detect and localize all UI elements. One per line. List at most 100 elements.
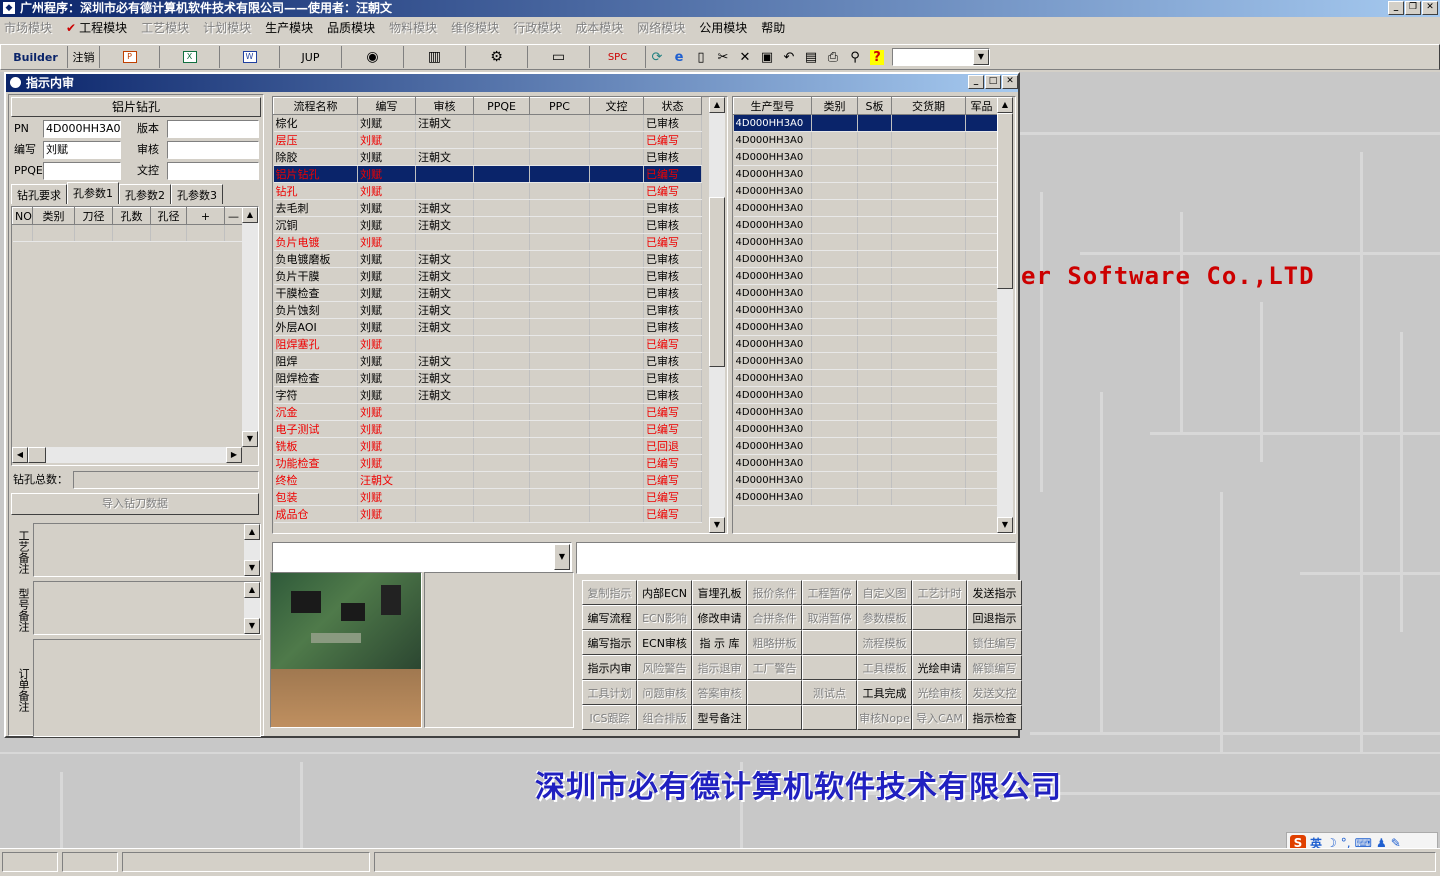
flow-row[interactable]: 阻焊塞孔 刘赋 已编写 — [273, 335, 702, 353]
note-field[interactable]: ▲ ▼ — [33, 523, 261, 577]
version-field[interactable] — [167, 120, 259, 138]
flow-row[interactable]: 负电镀磨板 刘赋 汪朝文 已审核 — [273, 250, 702, 268]
action-button-30[interactable]: 光绘申请 — [912, 655, 967, 680]
scroll-right-icon[interactable]: ▶ — [226, 447, 242, 463]
refresh-button[interactable]: ⟳ — [646, 46, 668, 68]
builder-button[interactable]: Builder — [4, 46, 68, 68]
tab-0[interactable]: 钻孔要求 — [11, 184, 67, 204]
child-minimize-button[interactable]: _ — [968, 75, 984, 89]
save-button[interactable]: ▣ — [756, 46, 778, 68]
scroll-left-icon[interactable]: ◀ — [12, 447, 28, 463]
chevron-down-icon[interactable]: ▼ — [554, 544, 570, 570]
preview-button[interactable]: ▤ — [800, 46, 822, 68]
model-col-header[interactable]: 交货期 — [891, 97, 966, 115]
word-button[interactable]: W — [220, 46, 280, 68]
model-row[interactable]: 4D000HH3A0 — [733, 301, 998, 319]
flow-row[interactable]: 沉金 刘赋 已编写 — [273, 403, 702, 421]
menu-item-7[interactable]: 维修模块 — [451, 19, 499, 36]
tab-2[interactable]: 孔参数2 — [119, 184, 171, 204]
flow-row[interactable]: 阻焊 刘赋 汪朝文 已审核 — [273, 352, 702, 370]
action-button-1[interactable]: 内部ECN — [637, 580, 692, 605]
scroll-up-icon[interactable]: ▲ — [244, 582, 260, 598]
scroll-up-icon[interactable]: ▲ — [244, 524, 260, 540]
menu-item-9[interactable]: 成本模块 — [575, 19, 623, 36]
flow-row[interactable]: 字符 刘赋 汪朝文 已审核 — [273, 386, 702, 404]
model-row[interactable]: 4D000HH3A0 — [733, 165, 998, 183]
flow-col-header[interactable]: 审核 — [415, 97, 474, 115]
model-row[interactable]: 4D000HH3A0 — [733, 267, 998, 285]
powerpoint-button[interactable]: P — [100, 46, 160, 68]
ppqe-field[interactable] — [43, 162, 121, 180]
action-button-18[interactable]: 指 示 库 — [692, 630, 747, 655]
action-button-15[interactable]: 回退指示 — [967, 605, 1022, 630]
child-close-button[interactable]: ✕ — [1002, 75, 1018, 89]
delete-button[interactable]: ✕ — [734, 46, 756, 68]
close-button[interactable]: ✕ — [1422, 1, 1438, 15]
doc-control-field[interactable] — [167, 162, 259, 180]
review-field[interactable] — [167, 141, 259, 159]
model-row[interactable]: 4D000HH3A0 — [733, 488, 998, 506]
toolbar-combo[interactable]: ▼ — [892, 48, 990, 66]
find-button[interactable]: ⚲ — [844, 46, 866, 68]
scroll-up-icon[interactable]: ▲ — [997, 97, 1013, 113]
menu-item-12[interactable]: 帮助 — [761, 19, 785, 36]
view-button[interactable]: ◉ — [342, 46, 404, 68]
model-row[interactable]: 4D000HH3A0 — [733, 437, 998, 455]
flow-row[interactable]: 负片蚀刻 刘赋 汪朝文 已审核 — [273, 301, 702, 319]
action-button-24[interactable]: 指示内审 — [582, 655, 637, 680]
flow-row[interactable]: 终检 汪朝文 已编写 — [273, 471, 702, 489]
flow-row[interactable]: 棕化 刘赋 汪朝文 已审核 — [273, 114, 702, 132]
flow-row[interactable]: 干膜检查 刘赋 汪朝文 已审核 — [273, 284, 702, 302]
flow-row[interactable]: 去毛刺 刘赋 汪朝文 已审核 — [273, 199, 702, 217]
flow-row[interactable]: 包装 刘赋 已编写 — [273, 488, 702, 506]
action-button-47[interactable]: 指示检查 — [967, 705, 1022, 730]
flow-col-header[interactable]: 编写 — [357, 97, 416, 115]
model-row[interactable]: 4D000HH3A0 — [733, 471, 998, 489]
model-row[interactable]: 4D000HH3A0 — [733, 454, 998, 472]
action-button-8[interactable]: 编写流程 — [582, 605, 637, 630]
computer-button[interactable]: ▭ — [528, 46, 590, 68]
action-button-10[interactable]: 修改申请 — [692, 605, 747, 630]
flow-col-header[interactable]: 状态 — [643, 97, 702, 115]
action-button-7[interactable]: 发送指示 — [967, 580, 1022, 605]
flow-combo[interactable]: ▼ — [272, 542, 572, 572]
help-button[interactable]: ? — [866, 46, 888, 68]
action-button-16[interactable]: 编写指示 — [582, 630, 637, 655]
param-vscroll[interactable]: ▲ ▼ — [242, 207, 258, 447]
model-row[interactable]: 4D000HH3A0 — [733, 284, 998, 302]
print-button[interactable]: ⎙ — [822, 46, 844, 68]
chevron-down-icon[interactable]: ▼ — [973, 49, 989, 65]
jup-button[interactable]: JUP — [280, 46, 342, 68]
model-row[interactable]: 4D000HH3A0 — [733, 199, 998, 217]
minimize-button[interactable]: _ — [1388, 1, 1404, 15]
app-icon[interactable]: ◆ — [2, 1, 16, 15]
model-row[interactable]: 4D000HH3A0 — [733, 131, 998, 149]
model-row[interactable]: 4D000HH3A0 — [733, 216, 998, 234]
network-button[interactable]: ⚙ — [466, 46, 528, 68]
scroll-down-icon[interactable]: ▼ — [244, 560, 260, 576]
flow-row[interactable]: 负片电镀 刘赋 已编写 — [273, 233, 702, 251]
flow-row[interactable]: 外层AOI 刘赋 汪朝文 已审核 — [273, 318, 702, 336]
model-row[interactable]: 4D000HH3A0 — [733, 182, 998, 200]
menu-item-4[interactable]: 生产模块 — [265, 19, 313, 36]
action-button-37[interactable]: 工具完成 — [857, 680, 912, 705]
menu-item-10[interactable]: 网络模块 — [637, 19, 685, 36]
menu-item-8[interactable]: 行政模块 — [513, 19, 561, 36]
flow-scroll-thumb[interactable] — [709, 197, 725, 367]
action-button-17[interactable]: ECN审核 — [637, 630, 692, 655]
flow-row[interactable]: 阻焊检查 刘赋 汪朝文 已审核 — [273, 369, 702, 387]
model-row[interactable]: 4D000HH3A0 — [733, 335, 998, 353]
flow-col-header[interactable]: PPQE — [473, 97, 530, 115]
menu-item-1[interactable]: ✔ 工程模块 — [66, 19, 127, 36]
flow-row[interactable]: 功能检查 刘赋 已编写 — [273, 454, 702, 472]
ie-button[interactable]: e — [668, 46, 690, 68]
database-button[interactable]: ▥ — [404, 46, 466, 68]
model-vscroll[interactable]: ▲ ▼ — [997, 97, 1013, 533]
new-doc-button[interactable]: ▯ — [690, 46, 712, 68]
menu-item-2[interactable]: 工艺模块 — [141, 19, 189, 36]
model-col-header[interactable]: S板 — [857, 97, 892, 115]
model-scroll-thumb[interactable] — [997, 113, 1013, 289]
tab-3[interactable]: 孔参数3 — [171, 184, 223, 204]
menu-item-0[interactable]: 市场模块 — [4, 19, 52, 36]
note-field[interactable]: ▲ ▼ — [33, 581, 261, 635]
